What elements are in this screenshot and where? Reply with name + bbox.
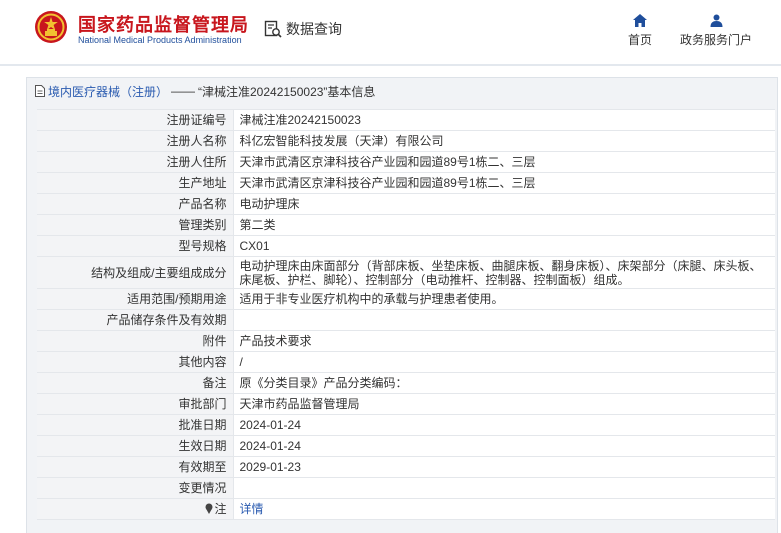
details-link[interactable]: 详情 (240, 502, 264, 516)
field-label: 备注 (37, 372, 234, 394)
field-value: 电动护理床 (233, 193, 775, 215)
nav-service-portal[interactable]: 政务服务门户 (676, 14, 756, 48)
field-label: 附件 (37, 330, 234, 352)
table-row-registration-no: 注册证编号 津械注准20242150023 (37, 109, 775, 131)
nav-home[interactable]: 首页 (622, 14, 658, 48)
user-icon (710, 14, 722, 27)
field-value: 科亿宏智能科技发展（天津）有限公司 (233, 130, 775, 152)
field-value: 天津市武清区京津科技谷产业园和园道89号1栋二、三层 (233, 151, 775, 173)
field-label: 生产地址 (37, 172, 234, 194)
site-header: 国家药品监督管理局 National Medical Products Admi… (0, 0, 781, 66)
field-value: 天津市药品监督管理局 (233, 393, 775, 415)
field-label: 批准日期 (37, 414, 234, 436)
field-value: 2024-01-24 (233, 435, 775, 457)
field-label: 注册证编号 (37, 109, 234, 131)
table-row-storage-validity: 产品储存条件及有效期 (37, 309, 775, 331)
field-label: 注册人住所 (37, 151, 234, 173)
field-label: 其他内容 (37, 351, 234, 373)
table-row-change-history: 变更情况 (37, 477, 775, 499)
field-label: 生效日期 (37, 435, 234, 457)
site-name-cn: 国家药品监督管理局 (78, 15, 249, 35)
table-row-other-content: 其他内容 / (37, 351, 775, 373)
field-value: 津械注准20242150023 (233, 109, 775, 131)
field-label: 适用范围/预期用途 (37, 288, 234, 310)
field-label-note: 注 (37, 498, 234, 520)
breadcrumb: 境内医疗器械（注册） —— “津械注准20242150023”基本信息 (35, 83, 375, 99)
table-row-note: 注 详情 (37, 498, 775, 520)
field-label: 管理类别 (37, 214, 234, 236)
field-label: 变更情况 (37, 477, 234, 499)
data-query-icon (264, 20, 282, 38)
field-value: 产品技术要求 (233, 330, 775, 352)
table-row-product-name: 产品名称 电动护理床 (37, 193, 775, 215)
breadcrumb-separator: —— (171, 84, 196, 98)
field-value: 2029-01-23 (233, 456, 775, 478)
table-row-approval-dept: 审批部门 天津市药品监督管理局 (37, 393, 775, 415)
note-label-text: 注 (214, 502, 227, 516)
data-query-label: 数据查询 (286, 21, 342, 37)
breadcrumb-title: “津械注准20242150023”基本信息 (198, 84, 376, 99)
home-icon (633, 14, 647, 27)
pin-icon (205, 503, 213, 514)
field-label: 审批部门 (37, 393, 234, 415)
field-value (233, 309, 775, 331)
table-row-registrant-name: 注册人名称 科亿宏智能科技发展（天津）有限公司 (37, 130, 775, 152)
data-query-link[interactable]: 数据查询 (264, 18, 342, 40)
field-value: 2024-01-24 (233, 414, 775, 436)
table-row-effective-date: 生效日期 2024-01-24 (37, 435, 775, 457)
site-name-en: National Medical Products Administration (78, 35, 242, 45)
field-value: 第二类 (233, 214, 775, 236)
field-value-note: 详情 (233, 498, 775, 520)
table-row-registrant-address: 注册人住所 天津市武清区京津科技谷产业园和园道89号1栋二、三层 (37, 151, 775, 173)
field-value: CX01 (233, 235, 775, 257)
table-row-approval-date: 批准日期 2024-01-24 (37, 414, 775, 436)
table-row-model-spec: 型号规格 CX01 (37, 235, 775, 257)
field-label: 产品名称 (37, 193, 234, 215)
field-value: / (233, 351, 775, 373)
field-value: 天津市武清区京津科技谷产业园和园道89号1栋二、三层 (233, 172, 775, 194)
nav-service-portal-label: 政务服务门户 (679, 33, 752, 47)
table-row-intended-use: 适用范围/预期用途 适用于非专业医疗机构中的承载与护理患者使用。 (37, 288, 775, 310)
breadcrumb-section-link[interactable]: 境内医疗器械（注册） (48, 83, 168, 100)
field-label: 型号规格 (37, 235, 234, 257)
table-row-structure-composition: 结构及组成/主要组成成分 电动护理床由床面部分（背部床板、坐垫床板、曲腿床板、翻… (37, 256, 775, 289)
table-row-valid-until: 有效期至 2029-01-23 (37, 456, 775, 478)
document-icon (35, 85, 45, 97)
field-label: 结构及组成/主要组成成分 (37, 256, 234, 289)
field-label: 有效期至 (37, 456, 234, 478)
table-row-remarks: 备注 原《分类目录》产品分类编码： (37, 372, 775, 394)
field-value (233, 477, 775, 499)
detail-panel: 境内医疗器械（注册） —— “津械注准20242150023”基本信息 注册证编… (26, 77, 778, 533)
field-label: 注册人名称 (37, 130, 234, 152)
field-label: 产品储存条件及有效期 (37, 309, 234, 331)
field-value: 电动护理床由床面部分（背部床板、坐垫床板、曲腿床板、翻身床板）、床架部分（床腿、… (233, 256, 775, 289)
registration-info-table: 注册证编号 津械注准20242150023 注册人名称 科亿宏智能科技发展（天津… (37, 109, 775, 520)
field-value: 适用于非专业医疗机构中的承载与护理患者使用。 (233, 288, 775, 310)
national-emblem-icon (35, 11, 67, 43)
table-row-attachment: 附件 产品技术要求 (37, 330, 775, 352)
table-row-production-address: 生产地址 天津市武清区京津科技谷产业园和园道89号1栋二、三层 (37, 172, 775, 194)
nav-home-label: 首页 (627, 33, 652, 47)
field-value: 原《分类目录》产品分类编码： (233, 372, 775, 394)
table-row-management-class: 管理类别 第二类 (37, 214, 775, 236)
